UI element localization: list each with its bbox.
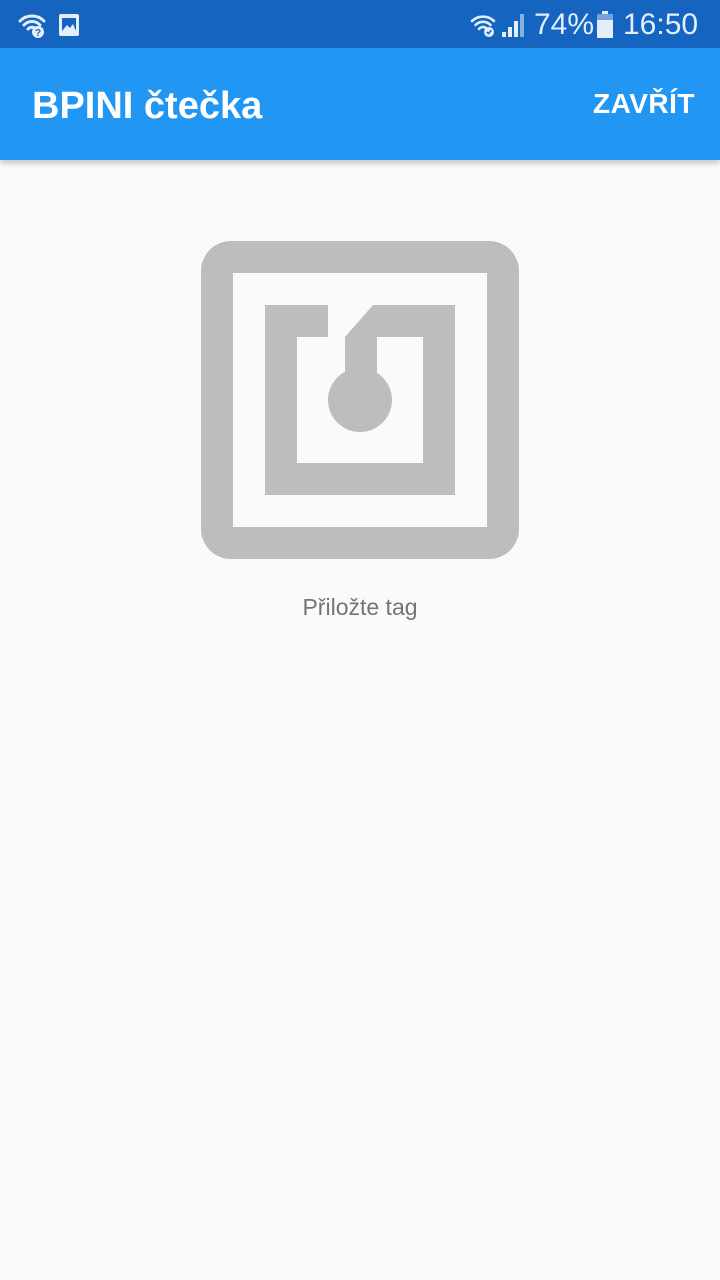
image-icon: [59, 14, 79, 36]
nfc-icon: [201, 241, 519, 559]
main-content: Přiložte tag: [0, 160, 720, 1280]
wifi-calling-icon: [470, 15, 496, 37]
wifi-question-icon: ?: [18, 14, 46, 38]
battery-percent: 74%: [534, 8, 595, 41]
app-title: BPINI čtečka: [32, 85, 263, 127]
signal-icon: [502, 14, 524, 37]
nfc-reader-screen: ? 74% 16:50 BPINI čtečka ZAVŘÍT Přiložte…: [0, 0, 720, 1280]
close-button[interactable]: ZAVŘÍT: [593, 86, 695, 122]
status-bar: ? 74% 16:50: [0, 0, 720, 48]
battery-icon: [597, 11, 613, 38]
clock: 16:50: [623, 8, 699, 41]
attach-tag-prompt: Přiložte tag: [302, 594, 418, 620]
app-bar: BPINI čtečka ZAVŘÍT: [0, 48, 720, 160]
svg-text:?: ?: [35, 28, 41, 38]
